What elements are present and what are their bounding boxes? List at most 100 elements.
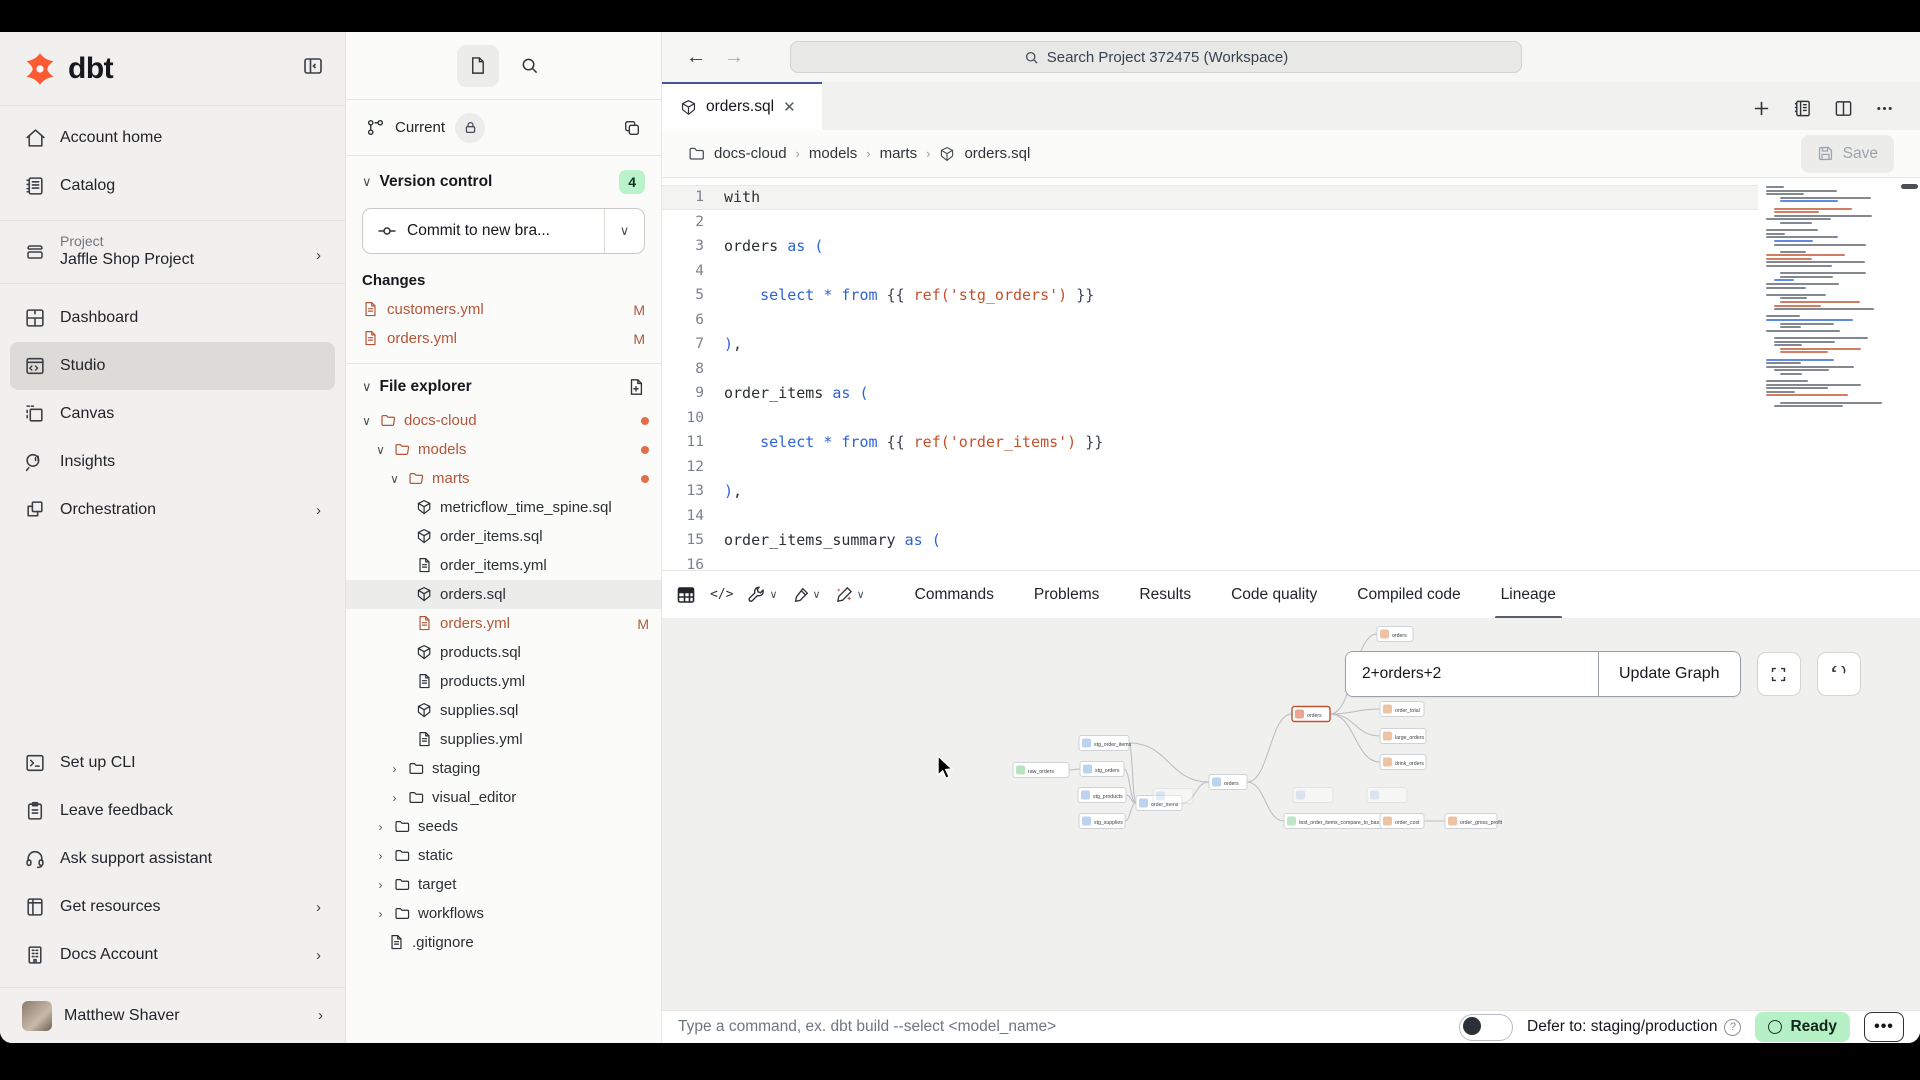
tab-orders-sql[interactable]: orders.sql ✕ <box>662 82 822 130</box>
new-file-icon[interactable] <box>627 378 645 396</box>
lineage-node-osem[interactable]: orders <box>1292 707 1330 722</box>
sidebar-collapse-icon[interactable] <box>303 56 323 81</box>
file-explorer-header[interactable]: ∨ File explorer <box>346 364 661 404</box>
tree-item-supplies.yml[interactable]: supplies.yml <box>346 725 661 754</box>
commit-button[interactable]: Commit to new bra... <box>363 209 604 253</box>
format-button[interactable]: ∨ <box>792 586 821 604</box>
chevron-down-icon[interactable]: ∨ <box>388 472 401 486</box>
breadcrumb-item[interactable]: models <box>809 145 857 162</box>
chevron-right-icon[interactable]: › <box>374 820 387 834</box>
search-view-button[interactable] <box>509 45 551 87</box>
lineage-node-mc[interactable]: order_cost <box>1380 814 1424 829</box>
chevron-down-icon[interactable]: ∨ <box>374 443 387 457</box>
tree-item-staging[interactable]: ›staging <box>346 754 661 783</box>
tree-item-products.yml[interactable]: products.yml <box>346 667 661 696</box>
new-tab-plus-icon[interactable] <box>1752 99 1771 118</box>
version-control-header[interactable]: ∨ Version control 4 <box>346 156 661 202</box>
chevron-right-icon[interactable]: › <box>388 762 401 776</box>
breadcrumb-item[interactable]: orders.sql <box>964 145 1030 162</box>
panel-tab-compiled-code[interactable]: Compiled code <box>1337 571 1480 619</box>
breadcrumb-item[interactable]: docs-cloud <box>714 145 787 162</box>
lineage-node-g3[interactable] <box>1367 788 1407 803</box>
lineage-node-g1[interactable] <box>1153 789 1193 804</box>
tree-item-target[interactable]: ›target <box>346 870 661 899</box>
tree-item-products.sql[interactable]: products.sql <box>346 638 661 667</box>
fullscreen-button[interactable] <box>1757 652 1801 696</box>
sidebar-item-ask-support-assistant[interactable]: Ask support assistant <box>10 835 335 883</box>
chevron-right-icon[interactable]: › <box>388 791 401 805</box>
results-table-button[interactable] <box>676 585 696 605</box>
defer-toggle[interactable] <box>1459 1014 1513 1041</box>
sidebar-user[interactable]: Matthew Shaver › <box>0 987 345 1043</box>
changed-file-customers.yml[interactable]: customers.yml M <box>346 295 661 324</box>
sidebar-item-get-resources[interactable]: Get resources › <box>10 883 335 931</box>
lineage-selector-input[interactable] <box>1346 652 1598 696</box>
tree-item-models[interactable]: ∨models <box>346 435 661 464</box>
workspace-search[interactable]: Search Project 372475 (Workspace) <box>790 41 1522 73</box>
lineage-node-m3[interactable]: large_orders <box>1380 729 1426 744</box>
scrollbar-thumb[interactable] <box>1901 184 1918 189</box>
sidebar-project[interactable]: Project Jaffle Shop Project › <box>0 223 345 281</box>
tab-close-icon[interactable]: ✕ <box>783 98 796 116</box>
sidebar-item-leave-feedback[interactable]: Leave feedback <box>10 787 335 835</box>
tree-item-.gitignore[interactable]: .gitignore <box>346 928 661 957</box>
tree-item-metricflow_time_spine.sql[interactable]: metricflow_time_spine.sql <box>346 493 661 522</box>
code-editor[interactable]: 1 with 2 3 orders as ( 4 5 select * from… <box>662 178 1920 570</box>
tree-item-order_items.sql[interactable]: order_items.sql <box>346 522 661 551</box>
chevron-right-icon[interactable]: › <box>374 878 387 892</box>
sidebar-item-dashboard[interactable]: Dashboard <box>10 294 335 342</box>
chevron-right-icon[interactable]: › <box>374 907 387 921</box>
lineage-node-stg_oi[interactable]: stg_order_items <box>1079 736 1132 751</box>
ai-assist-button[interactable]: ∨ <box>835 585 865 604</box>
panel-tab-results[interactable]: Results <box>1119 571 1211 619</box>
lineage-node-stg_p[interactable]: stg_products <box>1078 788 1126 803</box>
code-view-button[interactable]: </> <box>710 587 733 602</box>
lineage-canvas[interactable]: raw_orders stg_order_items stg_orders st… <box>662 618 1920 1010</box>
tree-item-marts[interactable]: ∨marts <box>346 464 661 493</box>
panel-tab-lineage[interactable]: Lineage <box>1481 571 1576 619</box>
chevron-down-icon[interactable]: ∨ <box>360 414 373 428</box>
chevron-right-icon[interactable]: › <box>374 849 387 863</box>
tree-item-docs-cloud[interactable]: ∨docs-cloud <box>346 406 661 435</box>
tree-item-orders.yml[interactable]: orders.yml M <box>346 609 661 638</box>
minimap[interactable] <box>1766 186 1892 409</box>
commit-dropdown-button[interactable]: ∨ <box>604 209 644 253</box>
update-graph-button[interactable]: Update Graph <box>1598 652 1740 696</box>
refresh-button[interactable] <box>1817 652 1861 696</box>
sidebar-item-studio[interactable]: Studio <box>10 342 335 390</box>
notebook-icon[interactable] <box>1793 99 1812 118</box>
sidebar-item-canvas[interactable]: Canvas <box>10 390 335 438</box>
sidebar-item-insights[interactable]: Insights <box>10 438 335 486</box>
build-tools-button[interactable]: ∨ <box>747 585 777 604</box>
changed-file-orders.yml[interactable]: orders.yml M <box>346 324 661 353</box>
back-arrow-icon[interactable]: ← <box>686 46 706 69</box>
files-view-button[interactable] <box>457 45 499 87</box>
status-ready-badge[interactable]: Ready <box>1755 1012 1850 1042</box>
forward-arrow-icon[interactable]: → <box>724 46 744 69</box>
tree-item-orders.sql[interactable]: orders.sql <box>346 580 661 609</box>
help-icon[interactable]: ? <box>1724 1019 1741 1036</box>
sidebar-item-orchestration[interactable]: Orchestration › <box>10 486 335 534</box>
lineage-node-m1[interactable]: orders <box>1377 627 1413 642</box>
panel-tab-problems[interactable]: Problems <box>1014 571 1119 619</box>
lineage-node-stg_s[interactable]: stg_supplies <box>1079 814 1125 829</box>
sidebar-item-catalog[interactable]: Catalog <box>10 162 335 210</box>
tree-item-static[interactable]: ›static <box>346 841 661 870</box>
lineage-node-mg[interactable]: order_gross_profit <box>1445 814 1503 829</box>
lineage-node-g2[interactable] <box>1293 788 1333 803</box>
lineage-node-src[interactable]: raw_orders <box>1013 763 1069 778</box>
tree-item-seeds[interactable]: ›seeds <box>346 812 661 841</box>
panel-tab-commands[interactable]: Commands <box>895 571 1014 619</box>
lineage-node-m2[interactable]: order_total <box>1380 702 1424 717</box>
breadcrumb-item[interactable]: marts <box>880 145 918 162</box>
lineage-node-test[interactable]: test_order_items_compare_to_basic <box>1284 814 1384 829</box>
status-more-button[interactable]: ••• <box>1864 1012 1904 1042</box>
tree-item-supplies.sql[interactable]: supplies.sql <box>346 696 661 725</box>
branch-current-row[interactable]: Current <box>346 100 661 156</box>
lineage-node-stg_o[interactable]: stg_orders <box>1080 762 1124 777</box>
tree-item-workflows[interactable]: ›workflows <box>346 899 661 928</box>
sidebar-item-account-home[interactable]: Account home <box>10 114 335 162</box>
more-options-icon[interactable] <box>1875 99 1894 118</box>
command-input[interactable]: Type a command, ex. dbt build --select <… <box>678 1018 1445 1036</box>
split-pane-icon[interactable] <box>1834 99 1853 118</box>
